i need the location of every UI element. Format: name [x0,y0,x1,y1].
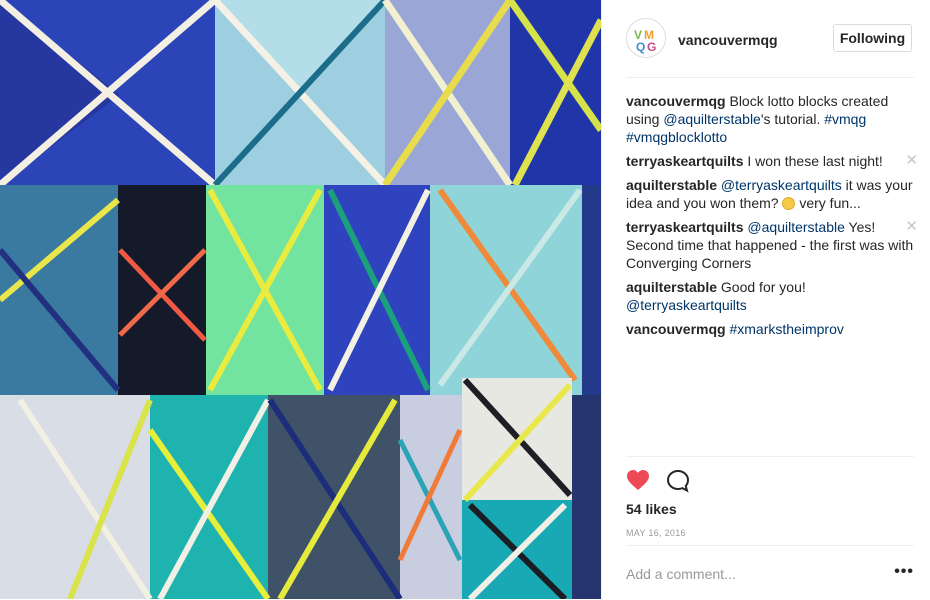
following-button[interactable]: Following [833,24,912,52]
likes-count[interactable]: 54 likes [626,501,677,517]
post-date[interactable]: MAY 16, 2016 [626,528,686,538]
comment: terryaskeartquilts @aquilterstable Yes! … [626,218,918,272]
comment-bubble-icon[interactable] [666,469,690,493]
comment-link[interactable]: @aquilterstable [663,111,761,127]
post-header: V M Q G vancouvermqg Following [626,18,914,78]
instagram-post-modal: V M Q G vancouvermqg Following vancouver… [0,0,930,599]
comment: vancouvermqg Block lotto blocks created … [626,92,914,146]
action-bar [626,456,914,493]
winking-face-emoji-icon [782,197,796,210]
comment-text: Good for you! [720,279,806,295]
comments-list: vancouvermqg Block lotto blocks created … [626,92,918,344]
comment-username[interactable]: aquilterstable [626,177,717,193]
comment-username[interactable]: terryaskeartquilts [626,153,744,169]
avatar[interactable]: V M Q G [626,18,666,58]
comment: terryaskeartquilts I won these last nigh… [626,152,918,170]
comment-link[interactable]: @terryaskeartquilts [721,177,842,193]
add-comment-input[interactable] [626,563,876,585]
account-username[interactable]: vancouvermqg [678,32,778,48]
comment: aquilterstable @terryaskeartquilts it wa… [626,176,914,212]
close-icon[interactable]: ✕ [905,152,918,170]
comment-link[interactable]: @aquilterstable [747,219,845,235]
comment-text: 's tutorial. [760,111,825,127]
svg-text:Q: Q [636,40,645,54]
comment-link[interactable]: #vmqg [824,111,866,127]
svg-text:G: G [647,40,656,54]
post-photo[interactable] [0,0,601,599]
close-icon[interactable]: ✕ [905,218,918,236]
vmqg-logo-icon: V M Q G [627,19,665,57]
comment: aquilterstable Good for you! @terryaskea… [626,278,914,314]
post-sidebar: V M Q G vancouvermqg Following vancouver… [601,0,930,599]
comment-text: I won these last night! [747,153,883,169]
comment-link[interactable]: #vmqgblocklotto [626,129,727,145]
quilt-blocks-image [0,0,601,599]
heart-icon[interactable] [626,469,650,491]
comment: vancouvermqg #xmarkstheimprov [626,320,914,338]
comment-link[interactable]: @terryaskeartquilts [626,297,747,313]
comment-link[interactable]: #xmarkstheimprov [729,321,843,337]
comment-username[interactable]: aquilterstable [626,279,717,295]
comment-text: very fun... [795,195,861,211]
comment-username[interactable]: vancouvermqg [626,321,726,337]
add-comment-section: ••• [626,545,914,600]
comment-username[interactable]: vancouvermqg [626,93,726,109]
more-options-icon[interactable]: ••• [894,564,914,580]
comment-username[interactable]: terryaskeartquilts [626,219,744,235]
